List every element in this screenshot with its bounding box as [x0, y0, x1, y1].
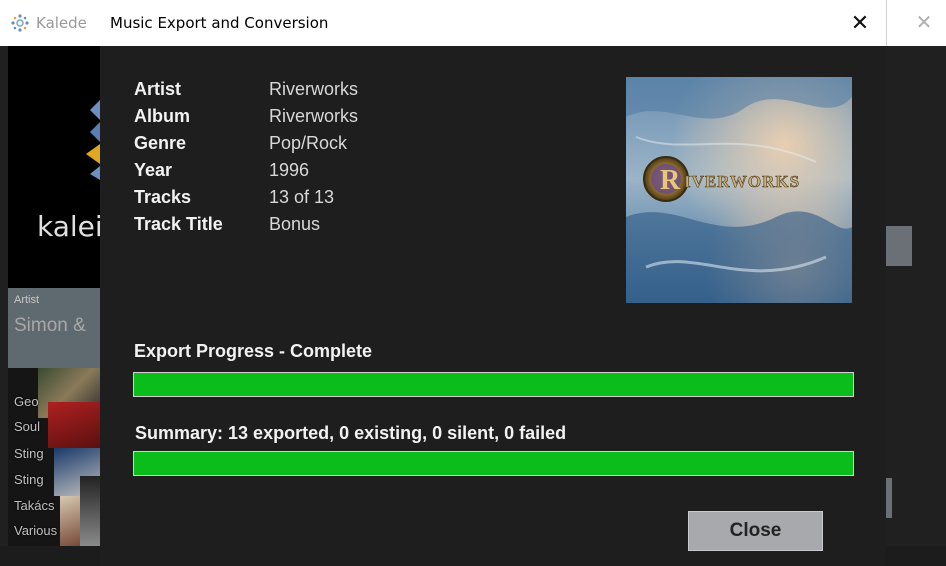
background-artist-label: Artist [14, 294, 40, 306]
album-cover-image: R IVERWORKS [626, 77, 852, 303]
album-thumbnail [80, 476, 100, 546]
info-label: Tracks [134, 187, 192, 207]
info-value: Bonus [269, 214, 321, 234]
background-list-item[interactable]: Soul [14, 419, 40, 434]
info-row-track-title: Track Title Bonus [134, 214, 358, 241]
app-icon [11, 14, 29, 32]
dialog-close-icon[interactable]: ✕ [840, 8, 880, 38]
info-row-tracks: Tracks 13 of 13 [134, 187, 358, 214]
close-button[interactable]: Close [688, 511, 823, 551]
export-progress-label: Export Progress - Complete [134, 341, 373, 361]
info-label: Year [134, 160, 173, 180]
summary-progress-bar [133, 451, 854, 476]
export-progress-fill [134, 373, 853, 396]
info-value: Pop/Rock [269, 133, 348, 153]
background-right-panel [886, 46, 946, 546]
info-row-genre: Genre Pop/Rock [134, 133, 358, 160]
summary-progress-fill [134, 452, 853, 475]
info-label: Genre [134, 133, 187, 153]
info-row-artist: Artist Riverworks [134, 79, 358, 106]
background-scroll-block [886, 478, 892, 518]
background-list-item[interactable]: Sting [14, 472, 44, 487]
background-logo-text: kalei [37, 210, 103, 243]
background-app-title: Kalede [36, 14, 87, 32]
background-list-item[interactable]: Takács [14, 498, 54, 513]
titlebar-divider [886, 0, 887, 46]
info-value: Riverworks [269, 79, 359, 99]
info-row-year: Year 1996 [134, 160, 358, 187]
export-dialog: Music Export and Conversion ✕ Artist Riv… [100, 0, 886, 566]
info-label: Album [134, 106, 190, 126]
kaleidoscope-logo-icon [86, 100, 100, 180]
info-value: Riverworks [269, 106, 359, 126]
info-label: Track Title [134, 214, 223, 234]
album-art-initial: R [660, 165, 681, 196]
export-progress-bar [133, 372, 854, 397]
info-row-album: Album Riverworks [134, 106, 358, 133]
info-label: Artist [134, 79, 182, 99]
background-artist-value: Simon & [14, 315, 86, 336]
album-art-title: IVERWORKS [684, 172, 800, 191]
background-list-item[interactable]: Geo [14, 394, 39, 409]
background-list-item[interactable]: Various [14, 523, 57, 538]
info-value: 13 of 13 [269, 187, 335, 207]
background-scroll-block [886, 226, 912, 266]
dialog-title: Music Export and Conversion [110, 14, 329, 32]
track-info-table: Artist Riverworks Album Riverworks Genre… [134, 79, 358, 241]
album-thumbnail [48, 402, 100, 448]
background-close-icon[interactable]: ✕ [906, 10, 942, 36]
summary-label: Summary: 13 exported, 0 existing, 0 sile… [135, 423, 567, 443]
info-value: 1996 [269, 160, 310, 180]
background-list-item[interactable]: Sting [14, 446, 44, 461]
